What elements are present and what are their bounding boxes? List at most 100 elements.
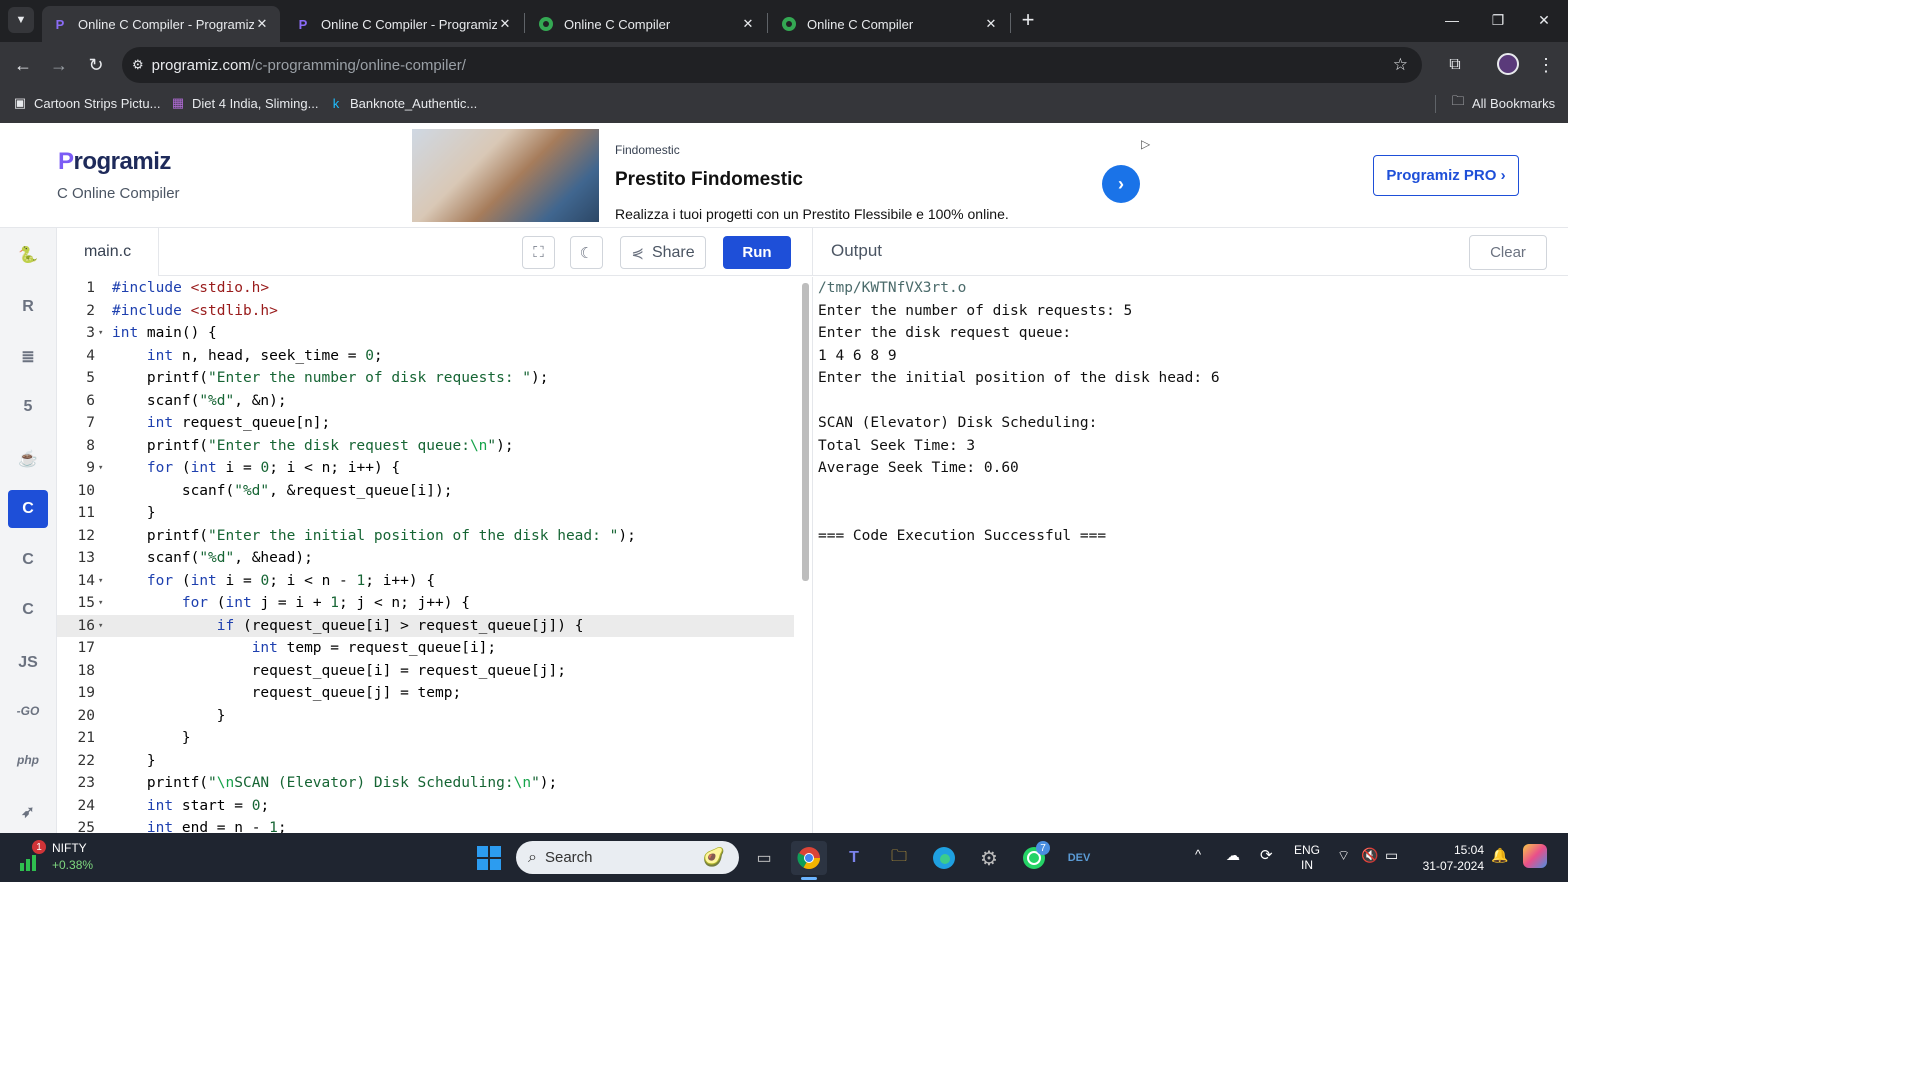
code-line[interactable]: 4 int n, head, seek_time = 0; bbox=[57, 345, 794, 368]
code-line[interactable]: 3 ▾ int main() { bbox=[57, 322, 794, 345]
bookmark-item[interactable]: ▦ Diet 4 India, Sliming... bbox=[170, 88, 319, 118]
address-bar[interactable]: ⚙ programiz.com/c-programming/online-com… bbox=[122, 47, 1422, 83]
close-tab-icon[interactable]: ✕ bbox=[254, 16, 270, 32]
go-language-button[interactable]: -GO bbox=[8, 692, 48, 730]
volume-icon[interactable]: 🔇 bbox=[1361, 847, 1378, 864]
fullscreen-button[interactable]: ⛶ bbox=[522, 236, 555, 269]
code-line[interactable]: 20 } bbox=[57, 705, 794, 728]
battery-icon[interactable]: ▭ bbox=[1385, 847, 1398, 864]
new-tab-button[interactable]: + bbox=[1014, 6, 1042, 34]
close-window-icon[interactable]: ✕ bbox=[1521, 0, 1567, 40]
browser-tab-3[interactable]: Online C Compiler ✕ bbox=[528, 6, 766, 42]
tab-search-button[interactable]: ▼ bbox=[8, 7, 34, 33]
browser-menu-icon[interactable]: ⋮ bbox=[1531, 50, 1561, 80]
settings-icon[interactable]: ⚙ bbox=[971, 841, 1007, 875]
js-language-button[interactable]: JS bbox=[8, 644, 48, 682]
notification-bell-icon[interactable]: 🔔 bbox=[1491, 847, 1508, 864]
copilot-icon[interactable] bbox=[1523, 844, 1547, 868]
language-indicator[interactable]: ENG IN bbox=[1293, 843, 1321, 873]
r-language-button[interactable]: R bbox=[8, 288, 48, 326]
start-icon[interactable] bbox=[471, 841, 507, 875]
ad-arrow-button[interactable]: › bbox=[1102, 165, 1140, 203]
teams-icon[interactable]: T bbox=[836, 841, 872, 875]
browser-tab-1[interactable]: P Online C Compiler - Programiz ✕ bbox=[42, 6, 280, 42]
wifi-icon[interactable]: ⌔ bbox=[1337, 847, 1350, 865]
code-line[interactable]: 23 printf("\nSCAN (Elevator) Disk Schedu… bbox=[57, 772, 794, 795]
sql-language-button[interactable]: ≣ bbox=[8, 338, 48, 376]
code-line[interactable]: 11 } bbox=[57, 502, 794, 525]
advertisement[interactable]: Findomestic Prestito Findomestic Realizz… bbox=[412, 129, 1152, 222]
taskbar-search[interactable]: ⌕ Search 🥑 bbox=[516, 841, 739, 874]
fold-arrow-icon[interactable]: ▾ bbox=[98, 592, 103, 615]
code-line[interactable]: 17 int temp = request_queue[i]; bbox=[57, 637, 794, 660]
code-line[interactable]: 14 ▾ for (int i = 0; i < n - 1; i++) { bbox=[57, 570, 794, 593]
code-line[interactable]: 8 printf("Enter the disk request queue:\… bbox=[57, 435, 794, 458]
output-console[interactable]: /tmp/KWTNfVX3rt.o Enter the number of dis… bbox=[812, 277, 1568, 833]
code-line[interactable]: 5 printf("Enter the number of disk reque… bbox=[57, 367, 794, 390]
c-language-button[interactable]: C bbox=[8, 490, 48, 528]
browser-tab-4[interactable]: Online C Compiler ✕ bbox=[771, 6, 1009, 42]
code-line[interactable]: 12 printf("Enter the initial position of… bbox=[57, 525, 794, 548]
close-tab-icon[interactable]: ✕ bbox=[983, 16, 999, 32]
onedrive-icon[interactable]: ☁ bbox=[1226, 847, 1240, 864]
code-line[interactable]: 21 } bbox=[57, 727, 794, 750]
profile-avatar[interactable] bbox=[1497, 53, 1519, 75]
code-line[interactable]: 18 request_queue[i] = request_queue[j]; bbox=[57, 660, 794, 683]
share-button[interactable]: ⋞ Share bbox=[620, 236, 706, 269]
run-button[interactable]: Run bbox=[723, 236, 791, 269]
fold-arrow-icon[interactable]: ▾ bbox=[98, 570, 103, 593]
bookmark-item[interactable]: ▣ Cartoon Strips Pictu... bbox=[12, 88, 161, 118]
python-language-button[interactable]: 🐍 bbox=[8, 236, 48, 274]
clear-button[interactable]: Clear bbox=[1469, 235, 1547, 270]
file-tab[interactable]: main.c bbox=[57, 228, 159, 276]
task-view-icon[interactable]: ▭ bbox=[746, 841, 782, 875]
tray-overflow-icon[interactable]: ^ bbox=[1195, 847, 1201, 862]
chrome-icon[interactable] bbox=[791, 841, 827, 875]
minimize-icon[interactable]: — bbox=[1429, 0, 1475, 40]
fold-arrow-icon[interactable]: ▾ bbox=[98, 457, 103, 480]
close-tab-icon[interactable]: ✕ bbox=[740, 16, 756, 32]
code-line[interactable]: 10 scanf("%d", &request_queue[i]); bbox=[57, 480, 794, 503]
theme-toggle-button[interactable]: ☾ bbox=[570, 236, 603, 269]
bookmark-star-icon[interactable]: ☆ bbox=[1393, 55, 1408, 75]
code-line[interactable]: 24 int start = 0; bbox=[57, 795, 794, 818]
fold-arrow-icon[interactable]: ▾ bbox=[98, 615, 103, 638]
html-language-button[interactable]: 5 bbox=[8, 388, 48, 426]
site-settings-icon[interactable]: ⚙ bbox=[132, 57, 144, 73]
sync-icon[interactable]: ⟳ bbox=[1260, 846, 1273, 864]
fold-arrow-icon[interactable]: ▾ bbox=[98, 322, 103, 345]
code-line[interactable]: 16 ▾ if (request_queue[i] > request_queue… bbox=[57, 614, 794, 638]
code-line[interactable]: 25 int end = n - 1; bbox=[57, 817, 794, 833]
php-language-button[interactable]: php bbox=[8, 741, 48, 779]
code-line[interactable]: 6 scanf("%d", &n); bbox=[57, 390, 794, 413]
java-language-button[interactable]: ☕ bbox=[8, 440, 48, 478]
file-explorer-icon[interactable]: 🗀 bbox=[881, 841, 917, 875]
extensions-icon[interactable]: ⧉ bbox=[1440, 50, 1470, 80]
code-editor[interactable]: 1 #include <stdio.h> 2 #include <stdlib.h> 3… bbox=[57, 277, 812, 833]
code-line[interactable]: 9 ▾ for (int i = 0; i < n; i++) { bbox=[57, 457, 794, 480]
all-bookmarks-button[interactable]: 🗀 All Bookmarks bbox=[1450, 88, 1555, 118]
code-line[interactable]: 13 scanf("%d", &head); bbox=[57, 547, 794, 570]
browser-tab-2[interactable]: P Online C Compiler - Programiz ✕ bbox=[285, 6, 523, 42]
bookmark-item[interactable]: k Banknote_Authentic... bbox=[328, 88, 477, 118]
stock-widget[interactable]: 1 NIFTY +0.38% bbox=[18, 839, 108, 877]
code-line[interactable]: 19 request_queue[j] = temp; bbox=[57, 682, 794, 705]
code-line[interactable]: 15 ▾ for (int j = i + 1; j < n; j++) { bbox=[57, 592, 794, 615]
edge-icon[interactable] bbox=[926, 841, 962, 875]
editor-scrollbar[interactable] bbox=[802, 283, 809, 581]
adchoices-icon[interactable]: ▷ bbox=[1141, 137, 1150, 151]
close-tab-icon[interactable]: ✕ bbox=[497, 16, 513, 32]
code-line[interactable]: 2 #include <stdlib.h> bbox=[57, 300, 794, 323]
reload-icon[interactable]: ↻ bbox=[81, 50, 111, 80]
code-line[interactable]: 1 #include <stdio.h> bbox=[57, 277, 794, 300]
swift-language-button[interactable]: ➶ bbox=[8, 793, 48, 831]
programiz-logo[interactable]: Programiz bbox=[58, 148, 171, 176]
restore-icon[interactable]: ❐ bbox=[1475, 0, 1521, 40]
forward-icon[interactable]: → bbox=[44, 50, 74, 80]
code-line[interactable]: 7 int request_queue[n]; bbox=[57, 412, 794, 435]
programiz-pro-button[interactable]: Programiz PRO › bbox=[1373, 155, 1519, 196]
back-icon[interactable]: ← bbox=[8, 50, 38, 80]
cpp-language-button[interactable]: C bbox=[8, 541, 48, 579]
code-line[interactable]: 22 } bbox=[57, 750, 794, 773]
devcpp-icon[interactable]: DEV bbox=[1061, 841, 1097, 875]
